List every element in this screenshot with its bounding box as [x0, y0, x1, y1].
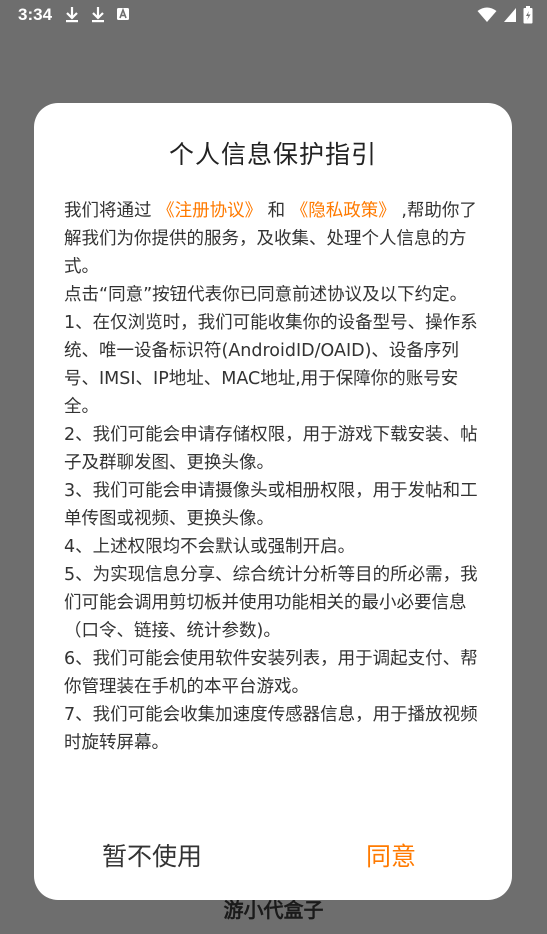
- wifi-icon: [477, 7, 497, 23]
- body-paragraph: 1、在仅浏览时，我们可能收集你的设备型号、操作系统、唯一设备标识符(Androi…: [64, 313, 478, 417]
- download-icon: [64, 6, 80, 24]
- decline-button[interactable]: 暂不使用: [102, 837, 202, 873]
- and-word: 和: [267, 201, 286, 221]
- battery-icon: [523, 6, 533, 24]
- body-paragraph: 5、为实现信息分享、综合统计分析等目的所必需，我们可能会调用剪切板并使用功能相关…: [64, 565, 478, 641]
- body-paragraph: 点击“同意”按钮代表你已同意前述协议及以下约定。: [64, 285, 468, 305]
- status-bar: 3:34: [0, 0, 547, 30]
- download-icon: [90, 6, 106, 24]
- dialog-body: 我们将通过 《注册协议》 和 《隐私政策》 ,帮助你了解我们为你提供的服务，及收…: [64, 197, 488, 757]
- status-time: 3:34: [18, 5, 53, 24]
- notification-icons: [64, 6, 130, 24]
- body-paragraph: 7、我们可能会收集加速度传感器信息，用于播放视频时旋转屏幕。: [64, 705, 478, 753]
- body-paragraph: 6、我们可能会使用软件安装列表，用于调起支付、帮你管理装在手机的本平台游戏。: [64, 649, 478, 697]
- body-paragraph: 4、上述权限均不会默认或强制开启。: [64, 537, 356, 557]
- intro-paragraph: 我们将通过 《注册协议》 和 《隐私政策》 ,帮助你了解我们为你提供的服务，及收…: [64, 197, 488, 281]
- system-icons: [477, 6, 533, 24]
- body-paragraph: 2、我们可能会申请存储权限，用于游戏下载安装、帖子及群聊发图、更换头像。: [64, 425, 478, 473]
- signal-icon: [503, 7, 517, 23]
- intro-prefix: 我们将通过: [64, 201, 152, 221]
- body-paragraph: 3、我们可能会申请摄像头或相册权限，用于发帖和工单传图或视频、更换头像。: [64, 481, 478, 529]
- privacy-dialog: 个人信息保护指引 我们将通过 《注册协议》 和 《隐私政策》 ,帮助你了解我们为…: [34, 103, 512, 900]
- dialog-title: 个人信息保护指引: [168, 140, 377, 169]
- app-notification-icon: [116, 6, 130, 24]
- register-agreement-link[interactable]: 《注册协议》: [157, 201, 262, 221]
- agree-button[interactable]: 同意: [366, 837, 416, 873]
- privacy-policy-link[interactable]: 《隐私政策》: [291, 201, 396, 221]
